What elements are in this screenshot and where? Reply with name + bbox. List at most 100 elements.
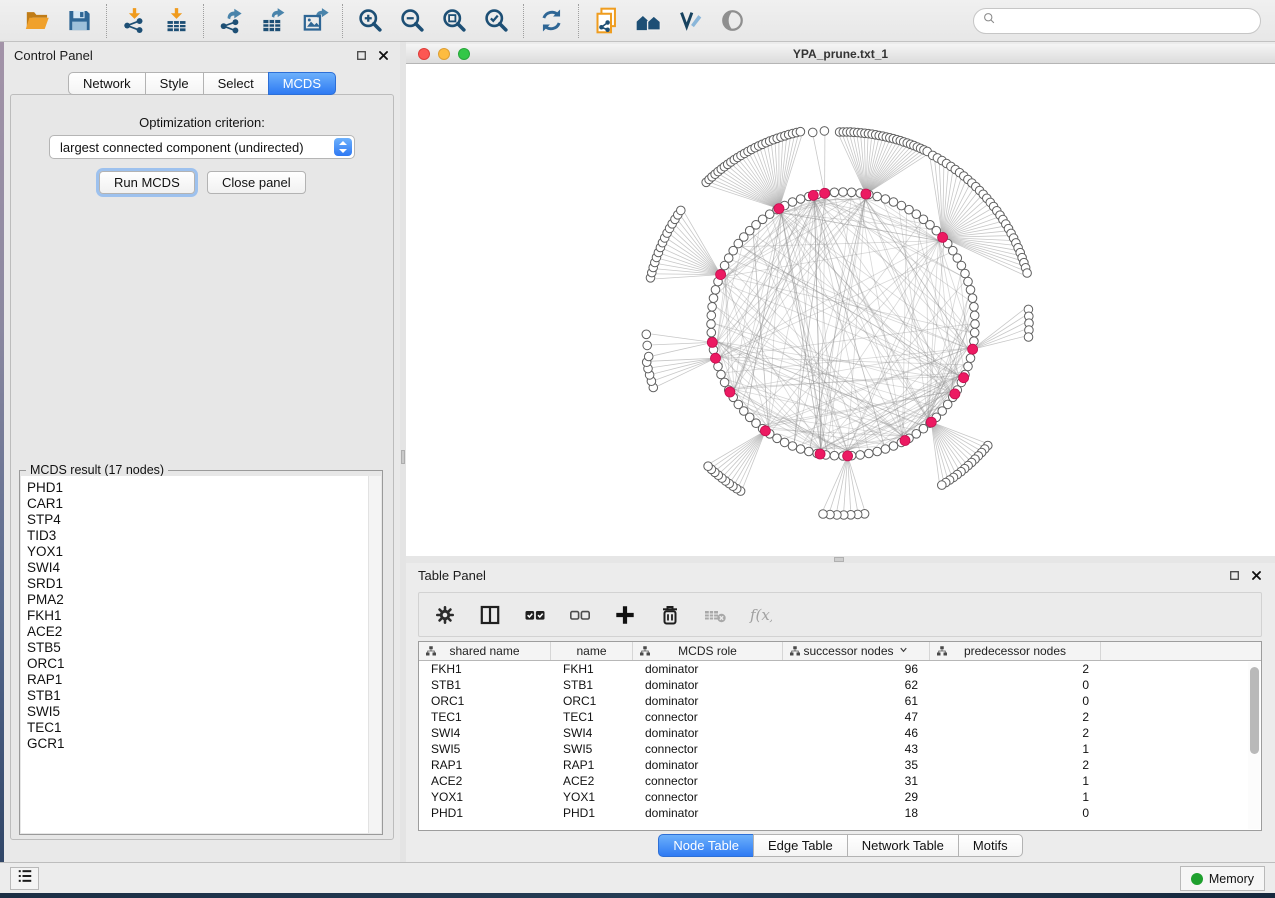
mcds-result-item[interactable]: GCR1 (21, 736, 381, 752)
mcds-result-item[interactable]: TID3 (21, 528, 381, 544)
cell-predecessor-nodes[interactable]: 2 (930, 757, 1101, 773)
tab-network[interactable]: Network (68, 72, 146, 95)
cell-predecessor-nodes[interactable]: 1 (930, 789, 1101, 805)
new-network-from-selection-icon[interactable] (591, 6, 621, 36)
mcds-result-item[interactable]: SWI4 (21, 560, 381, 576)
cell-MCDS-role[interactable]: connector (633, 789, 783, 805)
select-all-icon[interactable] (521, 601, 549, 629)
cell-name[interactable]: SWI5 (551, 741, 633, 757)
cell-name[interactable]: STB1 (551, 677, 633, 693)
zoom-out-icon[interactable] (397, 6, 427, 36)
cell-predecessor-nodes[interactable]: 0 (930, 805, 1101, 821)
cell-predecessor-nodes[interactable]: 1 (930, 773, 1101, 789)
export-image-icon[interactable] (300, 6, 330, 36)
tab-mcds[interactable]: MCDS (268, 72, 336, 95)
cell-name[interactable]: PHD1 (551, 805, 633, 821)
cell-MCDS-role[interactable]: connector (633, 773, 783, 789)
cell-shared-name[interactable]: PHD1 (419, 805, 551, 821)
apply-layout-icon[interactable] (536, 6, 566, 36)
import-network-icon[interactable] (119, 6, 149, 36)
graphics-details-icon[interactable] (675, 6, 705, 36)
zoom-in-icon[interactable] (355, 6, 385, 36)
cell-shared-name[interactable]: STB1 (419, 677, 551, 693)
cell-shared-name[interactable]: TEC1 (419, 709, 551, 725)
run-mcds-button[interactable]: Run MCDS (99, 171, 195, 194)
mcds-result-list[interactable]: PHD1CAR1STP4TID3YOX1SWI4SRD1PMA2FKH1ACE2… (21, 476, 381, 833)
cell-shared-name[interactable]: ACE2 (419, 773, 551, 789)
cell-name[interactable]: SWI4 (551, 725, 633, 741)
close-panel-action-button[interactable]: Close panel (207, 171, 306, 194)
float-panel-button[interactable] (354, 48, 368, 62)
tab-motifs[interactable]: Motifs (958, 834, 1023, 857)
cell-name[interactable]: FKH1 (551, 661, 633, 677)
cell-predecessor-nodes[interactable]: 2 (930, 661, 1101, 677)
cell-successor-nodes[interactable]: 29 (783, 789, 930, 805)
column-header-MCDS-role[interactable]: MCDS role (633, 642, 783, 660)
cell-predecessor-nodes[interactable]: 2 (930, 709, 1101, 725)
cell-MCDS-role[interactable]: dominator (633, 677, 783, 693)
cell-predecessor-nodes[interactable]: 0 (930, 693, 1101, 709)
cell-predecessor-nodes[interactable]: 2 (930, 725, 1101, 741)
cell-successor-nodes[interactable]: 31 (783, 773, 930, 789)
save-session-icon[interactable] (64, 6, 94, 36)
cell-MCDS-role[interactable]: dominator (633, 725, 783, 741)
mcds-result-item[interactable]: FKH1 (21, 608, 381, 624)
cell-MCDS-role[interactable]: connector (633, 741, 783, 757)
cell-successor-nodes[interactable]: 18 (783, 805, 930, 821)
cell-successor-nodes[interactable]: 96 (783, 661, 930, 677)
cell-predecessor-nodes[interactable]: 1 (930, 741, 1101, 757)
deselect-all-icon[interactable] (566, 601, 594, 629)
open-file-icon[interactable] (22, 6, 52, 36)
cell-MCDS-role[interactable]: dominator (633, 757, 783, 773)
vertical-splitter-grip[interactable] (401, 450, 405, 464)
tab-network-table[interactable]: Network Table (847, 834, 959, 857)
mcds-result-item[interactable]: PHD1 (21, 480, 381, 496)
horizontal-splitter[interactable] (406, 556, 1275, 563)
mcds-result-item[interactable]: PMA2 (21, 592, 381, 608)
search-input[interactable] (997, 11, 1260, 31)
cell-successor-nodes[interactable]: 62 (783, 677, 930, 693)
task-history-button[interactable] (10, 867, 39, 890)
gear-icon[interactable] (431, 601, 459, 629)
mcds-result-item[interactable]: STB1 (21, 688, 381, 704)
memory-button[interactable]: Memory (1180, 866, 1265, 891)
horizontal-splitter-grip[interactable] (834, 557, 844, 562)
cell-MCDS-role[interactable]: dominator (633, 661, 783, 677)
cell-shared-name[interactable]: RAP1 (419, 757, 551, 773)
cell-shared-name[interactable]: SWI5 (419, 741, 551, 757)
tab-node-table[interactable]: Node Table (658, 834, 754, 857)
mcds-result-item[interactable]: ACE2 (21, 624, 381, 640)
float-table-panel-button[interactable] (1227, 568, 1241, 582)
export-network-icon[interactable] (216, 6, 246, 36)
cell-successor-nodes[interactable]: 43 (783, 741, 930, 757)
close-table-panel-button[interactable] (1249, 568, 1263, 582)
mcds-result-item[interactable]: ORC1 (21, 656, 381, 672)
delete-column-icon[interactable] (656, 601, 684, 629)
mcds-result-item[interactable]: STP4 (21, 512, 381, 528)
cell-shared-name[interactable]: YOX1 (419, 789, 551, 805)
column-header-shared-name[interactable]: shared name (419, 642, 551, 660)
mcds-result-item[interactable]: RAP1 (21, 672, 381, 688)
cell-name[interactable]: YOX1 (551, 789, 633, 805)
cell-shared-name[interactable]: FKH1 (419, 661, 551, 677)
mcds-list-scrollbar[interactable] (368, 476, 381, 833)
import-table-icon[interactable] (161, 6, 191, 36)
mcds-result-item[interactable]: CAR1 (21, 496, 381, 512)
tab-select[interactable]: Select (203, 72, 269, 95)
cell-name[interactable]: ACE2 (551, 773, 633, 789)
mcds-result-item[interactable]: YOX1 (21, 544, 381, 560)
cell-successor-nodes[interactable]: 61 (783, 693, 930, 709)
cell-shared-name[interactable]: ORC1 (419, 693, 551, 709)
tab-edge-table[interactable]: Edge Table (753, 834, 848, 857)
zoom-selected-icon[interactable] (481, 6, 511, 36)
cell-name[interactable]: RAP1 (551, 757, 633, 773)
cell-predecessor-nodes[interactable]: 0 (930, 677, 1101, 693)
first-neighbors-icon[interactable] (633, 6, 663, 36)
cell-successor-nodes[interactable]: 46 (783, 725, 930, 741)
cell-name[interactable]: TEC1 (551, 709, 633, 725)
column-header-predecessor-nodes[interactable]: predecessor nodes (930, 642, 1101, 660)
column-header-name[interactable]: name (551, 642, 633, 660)
cell-successor-nodes[interactable]: 47 (783, 709, 930, 725)
tab-style[interactable]: Style (145, 72, 204, 95)
mcds-result-item[interactable]: SRD1 (21, 576, 381, 592)
